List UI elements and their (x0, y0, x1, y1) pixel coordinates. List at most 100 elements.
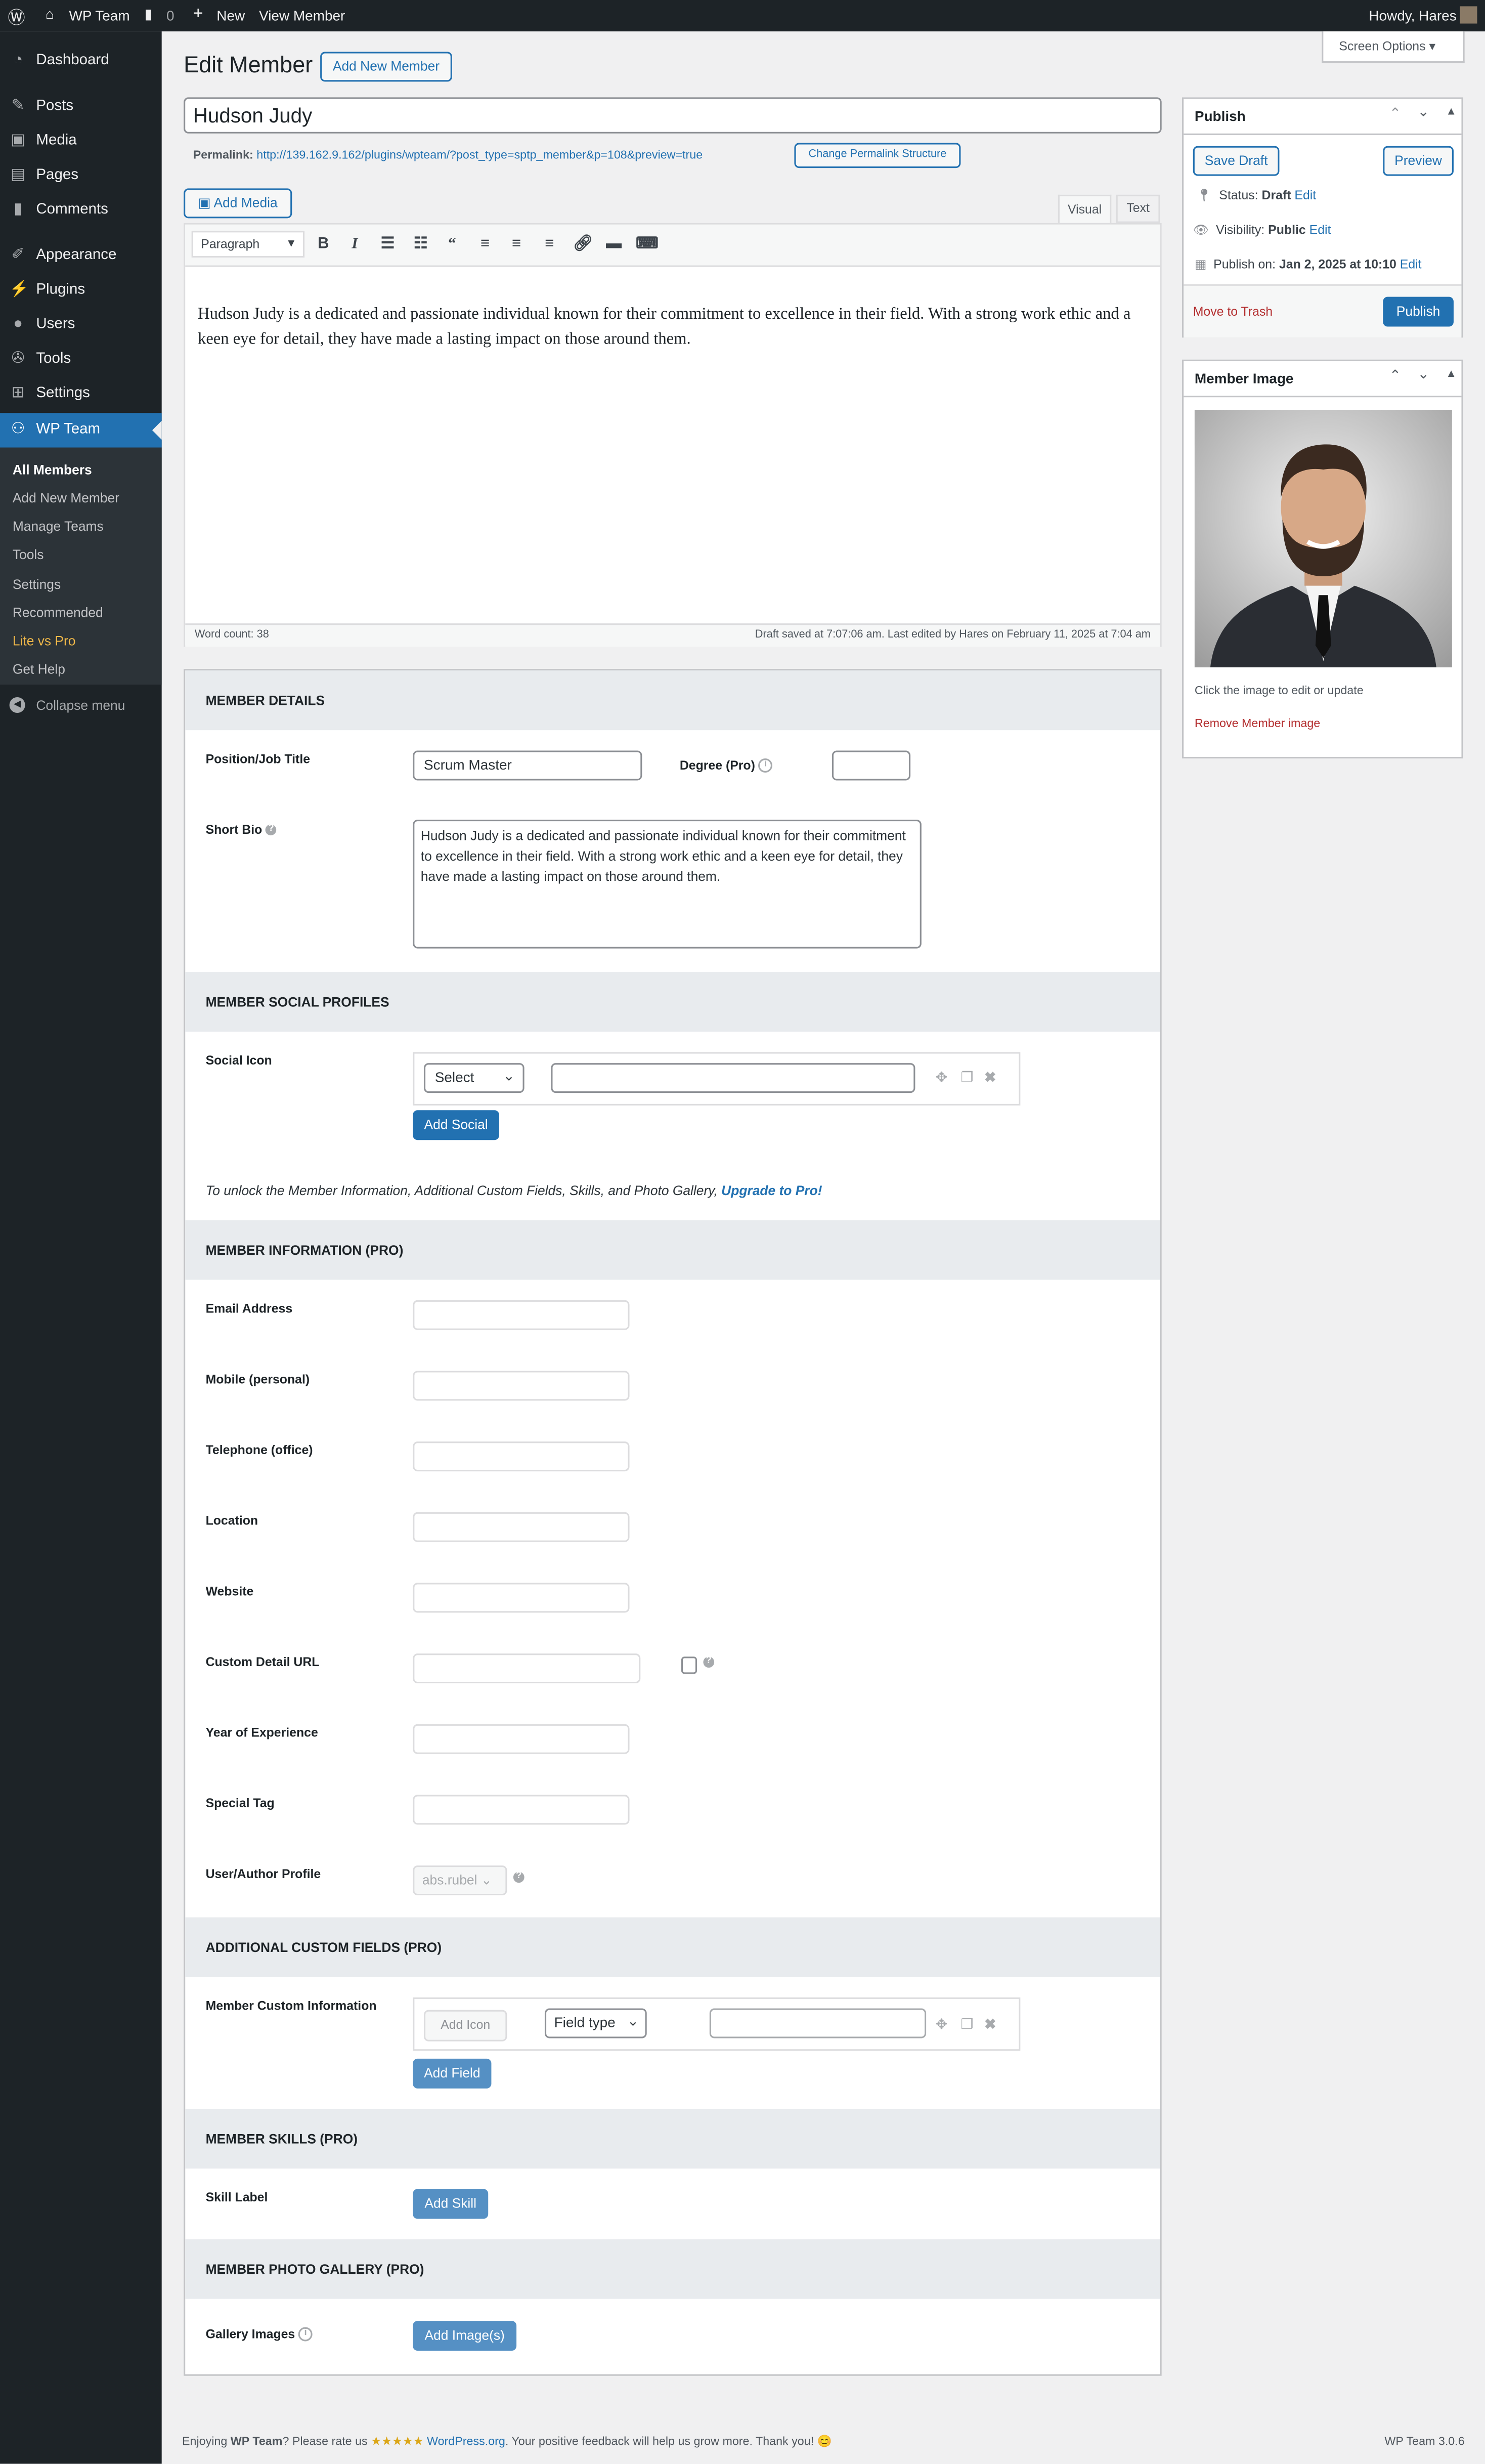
move-down-icon[interactable]: ⌄ (1418, 366, 1429, 383)
tab-text[interactable]: Text (1116, 194, 1160, 223)
info-icon[interactable]: i (298, 2327, 313, 2342)
field-type-select[interactable]: Field type ⌄ (544, 2008, 647, 2038)
wordpress-org-link[interactable]: WordPress.org (427, 2434, 505, 2448)
upgrade-to-pro-link[interactable]: Upgrade to Pro! (721, 1182, 822, 1198)
custom-field-input[interactable] (709, 2008, 927, 2038)
sidebar-item-users[interactable]: ● Users (0, 308, 162, 342)
add-icon-button[interactable]: Add Icon (423, 2010, 507, 2042)
submenu-settings[interactable]: Settings (13, 576, 61, 592)
submenu-manage-teams[interactable]: Manage Teams (13, 518, 104, 534)
format-select[interactable]: Paragraph ▼ (191, 231, 305, 258)
read-more-icon[interactable]: ▬ (604, 236, 623, 254)
submenu-recommended[interactable]: Recommended (13, 605, 103, 620)
help-icon[interactable]: ? (266, 825, 277, 836)
bullet-list-icon[interactable]: ☰ (378, 236, 397, 254)
degree-input[interactable] (832, 750, 911, 781)
field-type-value: Field type (554, 2014, 616, 2030)
info-icon[interactable]: i (758, 759, 773, 774)
title-input[interactable]: Hudson Judy (184, 97, 1162, 134)
year-of-experience-input[interactable] (413, 1724, 630, 1754)
bold-icon[interactable]: B (314, 236, 333, 254)
add-media-button[interactable]: ▣ Add Media (184, 188, 292, 219)
move-icon[interactable]: ✥ (936, 1070, 947, 1087)
submenu-get-help[interactable]: Get Help (13, 661, 65, 677)
sidebar-item-comments[interactable]: ▮ Comments (0, 193, 162, 228)
telephone-input[interactable] (413, 1441, 630, 1472)
sidebar-item-pages[interactable]: ▤ Pages (0, 158, 162, 193)
sidebar-item-dashboard[interactable]: ◔ Dashboard (0, 44, 162, 78)
sidebar-item-wp-team[interactable]: ⚇ WP Team (0, 413, 162, 448)
move-up-icon[interactable]: ⌃ (1389, 105, 1401, 122)
submenu-lite-vs-pro[interactable]: Lite vs Pro (13, 633, 76, 649)
add-skill-button[interactable]: Add Skill (413, 2189, 489, 2219)
preview-button[interactable]: Preview (1383, 146, 1454, 176)
blockquote-icon[interactable]: “ (443, 236, 461, 254)
email-input[interactable] (413, 1300, 630, 1330)
member-photo[interactable] (1194, 410, 1452, 668)
edit-status-link[interactable]: Edit (1294, 188, 1316, 202)
screen-options-button[interactable]: Screen Options ▾ (1322, 31, 1465, 63)
help-icon[interactable]: ? (513, 1872, 525, 1883)
add-new-member-button[interactable]: Add New Member (320, 52, 452, 82)
sidebar-item-posts[interactable]: ✎ Posts (0, 90, 162, 124)
add-images-button[interactable]: Add Image(s) (413, 2321, 517, 2351)
help-icon[interactable]: ? (703, 1656, 715, 1668)
permalink-link[interactable]: http://139.162.9.162/plugins/wpteam/?pos… (256, 148, 703, 162)
author-profile-select[interactable]: abs.rubel ⌄ (413, 1865, 507, 1896)
align-center-icon[interactable]: ≡ (507, 236, 526, 254)
publish-button[interactable]: Publish (1383, 296, 1454, 327)
new-link[interactable]: New (216, 8, 245, 24)
move-down-icon[interactable]: ⌄ (1418, 104, 1429, 121)
short-bio-textarea[interactable]: Hudson Judy is a dedicated and passionat… (413, 820, 922, 949)
site-name-link[interactable]: WP Team (69, 8, 130, 24)
submenu-tools[interactable]: Tools (13, 546, 44, 562)
submenu-all-members[interactable]: All Members (13, 461, 92, 477)
numbered-list-icon[interactable]: ☷ (411, 236, 430, 254)
link-icon[interactable]: 🔗︎ (573, 236, 593, 254)
social-url-input[interactable] (551, 1063, 915, 1093)
edit-date-link[interactable]: Edit (1400, 258, 1422, 272)
comments-count[interactable]: 0 (166, 8, 174, 24)
move-icon[interactable]: ✥ (936, 2016, 947, 2033)
editor-content[interactable]: Hudson Judy is a dedicated and passionat… (198, 303, 1140, 353)
clone-icon[interactable]: ❐ (960, 2016, 973, 2033)
toggle-panel-icon[interactable]: ▲ (1446, 107, 1457, 118)
remove-icon[interactable]: ✖ (984, 2016, 996, 2033)
custom-url-checkbox[interactable] (681, 1656, 697, 1674)
move-to-trash-link[interactable]: Move to Trash (1193, 305, 1273, 319)
tab-visual[interactable]: Visual (1058, 194, 1112, 225)
view-member-link[interactable]: View Member (259, 8, 345, 24)
toolbar-toggle-icon[interactable]: ⌨ (636, 236, 659, 254)
change-permalink-button[interactable]: Change Permalink Structure (794, 143, 961, 168)
mobile-input[interactable] (413, 1371, 630, 1401)
align-right-icon[interactable]: ≡ (540, 236, 559, 254)
avatar[interactable] (1460, 6, 1477, 24)
sidebar-item-tools[interactable]: ✇ Tools (0, 343, 162, 377)
align-left-icon[interactable]: ≡ (475, 236, 494, 254)
social-select[interactable]: Select ⌄ (423, 1063, 525, 1093)
special-tag-input[interactable] (413, 1795, 630, 1825)
add-field-button[interactable]: Add Field (413, 2058, 492, 2089)
edit-visibility-link[interactable]: Edit (1309, 223, 1331, 237)
remove-member-image-link[interactable]: Remove Member image (1195, 716, 1320, 730)
clone-icon[interactable]: ❐ (960, 1070, 973, 1087)
move-up-icon[interactable]: ⌃ (1389, 367, 1401, 385)
greeting[interactable]: Howdy, Hares (1369, 8, 1456, 24)
sidebar-item-plugins[interactable]: ⚡ Plugins (0, 273, 162, 308)
sidebar-item-appearance[interactable]: ✐ Appearance (0, 239, 162, 273)
sidebar-item-media[interactable]: ▣ Media (0, 124, 162, 158)
submenu-add-new-member[interactable]: Add New Member (13, 490, 119, 505)
remove-icon[interactable]: ✖ (984, 1070, 996, 1087)
wordpress-logo-icon[interactable]: Ⓦ (8, 5, 25, 30)
save-draft-button[interactable]: Save Draft (1193, 146, 1280, 176)
location-input[interactable] (413, 1512, 630, 1542)
custom-detail-url-input[interactable] (413, 1653, 641, 1684)
collapse-menu-button[interactable]: ◀ Collapse menu (0, 696, 162, 717)
position-input[interactable]: Scrum Master (413, 750, 642, 781)
italic-icon[interactable]: I (345, 236, 364, 254)
rating-stars[interactable]: ★★★★★ (371, 2434, 423, 2448)
toggle-panel-icon[interactable]: ▲ (1446, 369, 1457, 380)
website-input[interactable] (413, 1583, 630, 1613)
sidebar-item-settings[interactable]: ⊞ Settings (0, 377, 162, 411)
add-social-button[interactable]: Add Social (413, 1110, 499, 1140)
